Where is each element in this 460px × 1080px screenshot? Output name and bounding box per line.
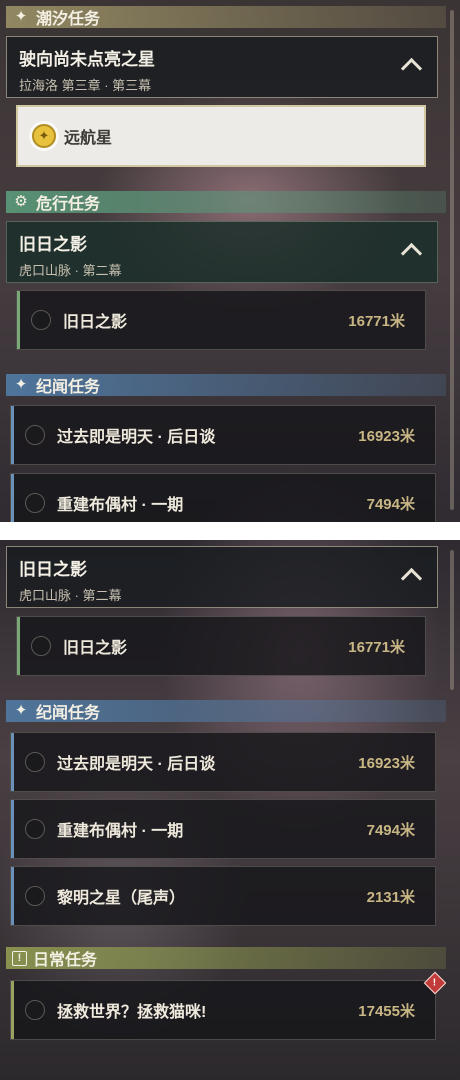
quest-item[interactable]: 黎明之星（尾声） 2131米 — [10, 866, 436, 926]
quest-item-label: 旧日之影 — [63, 640, 128, 657]
status-circle-icon — [25, 1000, 45, 1020]
quest-group-title: 旧日之影 — [19, 560, 87, 579]
sparkle-icon: ✦ — [14, 376, 28, 393]
sparkle-icon: ✦ — [14, 8, 28, 25]
scrollbar-top[interactable] — [450, 10, 454, 510]
status-circle-icon — [25, 493, 45, 513]
quest-group-tide[interactable]: 驶向尚未点亮之星 拉海洛 第三章 · 第三幕 — [6, 36, 438, 98]
quest-item-distance: 16923米 — [358, 427, 415, 445]
section-header-label: 日常任务 — [33, 952, 98, 969]
quest-item-distance: 7494米 — [366, 495, 415, 513]
scrollbar-bottom[interactable] — [450, 550, 454, 690]
section-header-risk-quests[interactable]: ⚙ 危行任务 — [6, 191, 446, 213]
compass-star-icon: ✦ — [32, 124, 56, 148]
status-circle-icon — [25, 819, 45, 839]
section-header-label: 纪闻任务 — [36, 379, 101, 396]
quest-item-distance: 16923米 — [358, 754, 415, 772]
section-header-chronicle-quests[interactable]: ✦ 纪闻任务 — [6, 700, 446, 722]
quest-item-label: 重建布偶村 · 一期 — [57, 823, 184, 840]
quest-item-distance: 16771米 — [348, 638, 405, 656]
quest-item[interactable]: 拯救世界？拯救猫咪! 17455米 ! — [10, 971, 446, 1040]
exclamation-box-icon: ! — [12, 950, 27, 966]
quest-item-label: 拯救世界？拯救猫咪! — [57, 1004, 207, 1021]
divider — [0, 522, 460, 540]
quest-item-distance: 2131米 — [366, 888, 415, 906]
quest-item-label: 旧日之影 — [63, 314, 128, 331]
quest-item[interactable]: 旧日之影 16771米 — [16, 290, 426, 350]
status-circle-icon — [31, 310, 51, 330]
quest-item-label: 重建布偶村 · 一期 — [57, 497, 184, 514]
quest-item-active[interactable]: ✦ 远航星 — [16, 105, 426, 167]
gear-icon: ⚙ — [14, 193, 28, 210]
quest-panel-top: ✦ 潮汐任务 驶向尚未点亮之星 拉海洛 第三章 · 第三幕 ✦ 远航星 ⚙ 危行… — [0, 0, 446, 522]
quest-item-distance: 17455米 — [358, 1002, 415, 1020]
alert-diamond-icon: ! — [423, 971, 446, 995]
status-circle-icon — [31, 636, 51, 656]
quest-item[interactable]: 过去即是明天 · 后日谈 16923米 — [10, 732, 436, 792]
quest-item-distance: 16771米 — [348, 312, 405, 330]
quest-item[interactable]: 过去即是明天 · 后日谈 16923米 — [10, 405, 436, 465]
quest-item[interactable]: 旧日之影 16771米 — [16, 616, 426, 676]
quest-item-distance: 7494米 — [366, 821, 415, 839]
quest-group-subtitle: 拉海洛 第三章 · 第三幕 — [19, 78, 152, 93]
quest-item-label: 过去即是明天 · 后日谈 — [57, 756, 216, 773]
quest-item[interactable]: 重建布偶村 · 一期 7494米 — [10, 473, 436, 522]
status-circle-icon — [25, 886, 45, 906]
quest-group-risk[interactable]: 旧日之影 虎口山脉 · 第二幕 — [6, 546, 438, 608]
quest-panel-bottom: 旧日之影 虎口山脉 · 第二幕 旧日之影 16771米 ✦ 纪闻任务 过去即是明… — [0, 540, 446, 1080]
quest-group-subtitle: 虎口山脉 · 第二幕 — [19, 588, 122, 603]
section-header-label: 纪闻任务 — [36, 705, 101, 722]
status-circle-icon — [25, 425, 45, 445]
section-header-label: 危行任务 — [36, 196, 101, 213]
section-header-label: 潮汐任务 — [36, 11, 101, 28]
quest-group-risk[interactable]: 旧日之影 虎口山脉 · 第二幕 — [6, 221, 438, 283]
section-header-chronicle-quests[interactable]: ✦ 纪闻任务 — [6, 374, 446, 396]
quest-item-label: 远航星 — [64, 130, 113, 147]
quest-group-subtitle: 虎口山脉 · 第二幕 — [19, 263, 122, 278]
status-circle-icon — [25, 752, 45, 772]
quest-item-label: 黎明之星（尾声） — [57, 890, 186, 907]
sparkle-icon: ✦ — [14, 702, 28, 719]
section-header-daily-quests[interactable]: ! 日常任务 — [6, 947, 446, 969]
section-header-tide-quests[interactable]: ✦ 潮汐任务 — [6, 6, 446, 28]
quest-group-title: 驶向尚未点亮之星 — [19, 50, 155, 69]
quest-item[interactable]: 重建布偶村 · 一期 7494米 — [10, 799, 436, 859]
quest-item-label: 过去即是明天 · 后日谈 — [57, 429, 216, 446]
quest-group-title: 旧日之影 — [19, 235, 87, 254]
